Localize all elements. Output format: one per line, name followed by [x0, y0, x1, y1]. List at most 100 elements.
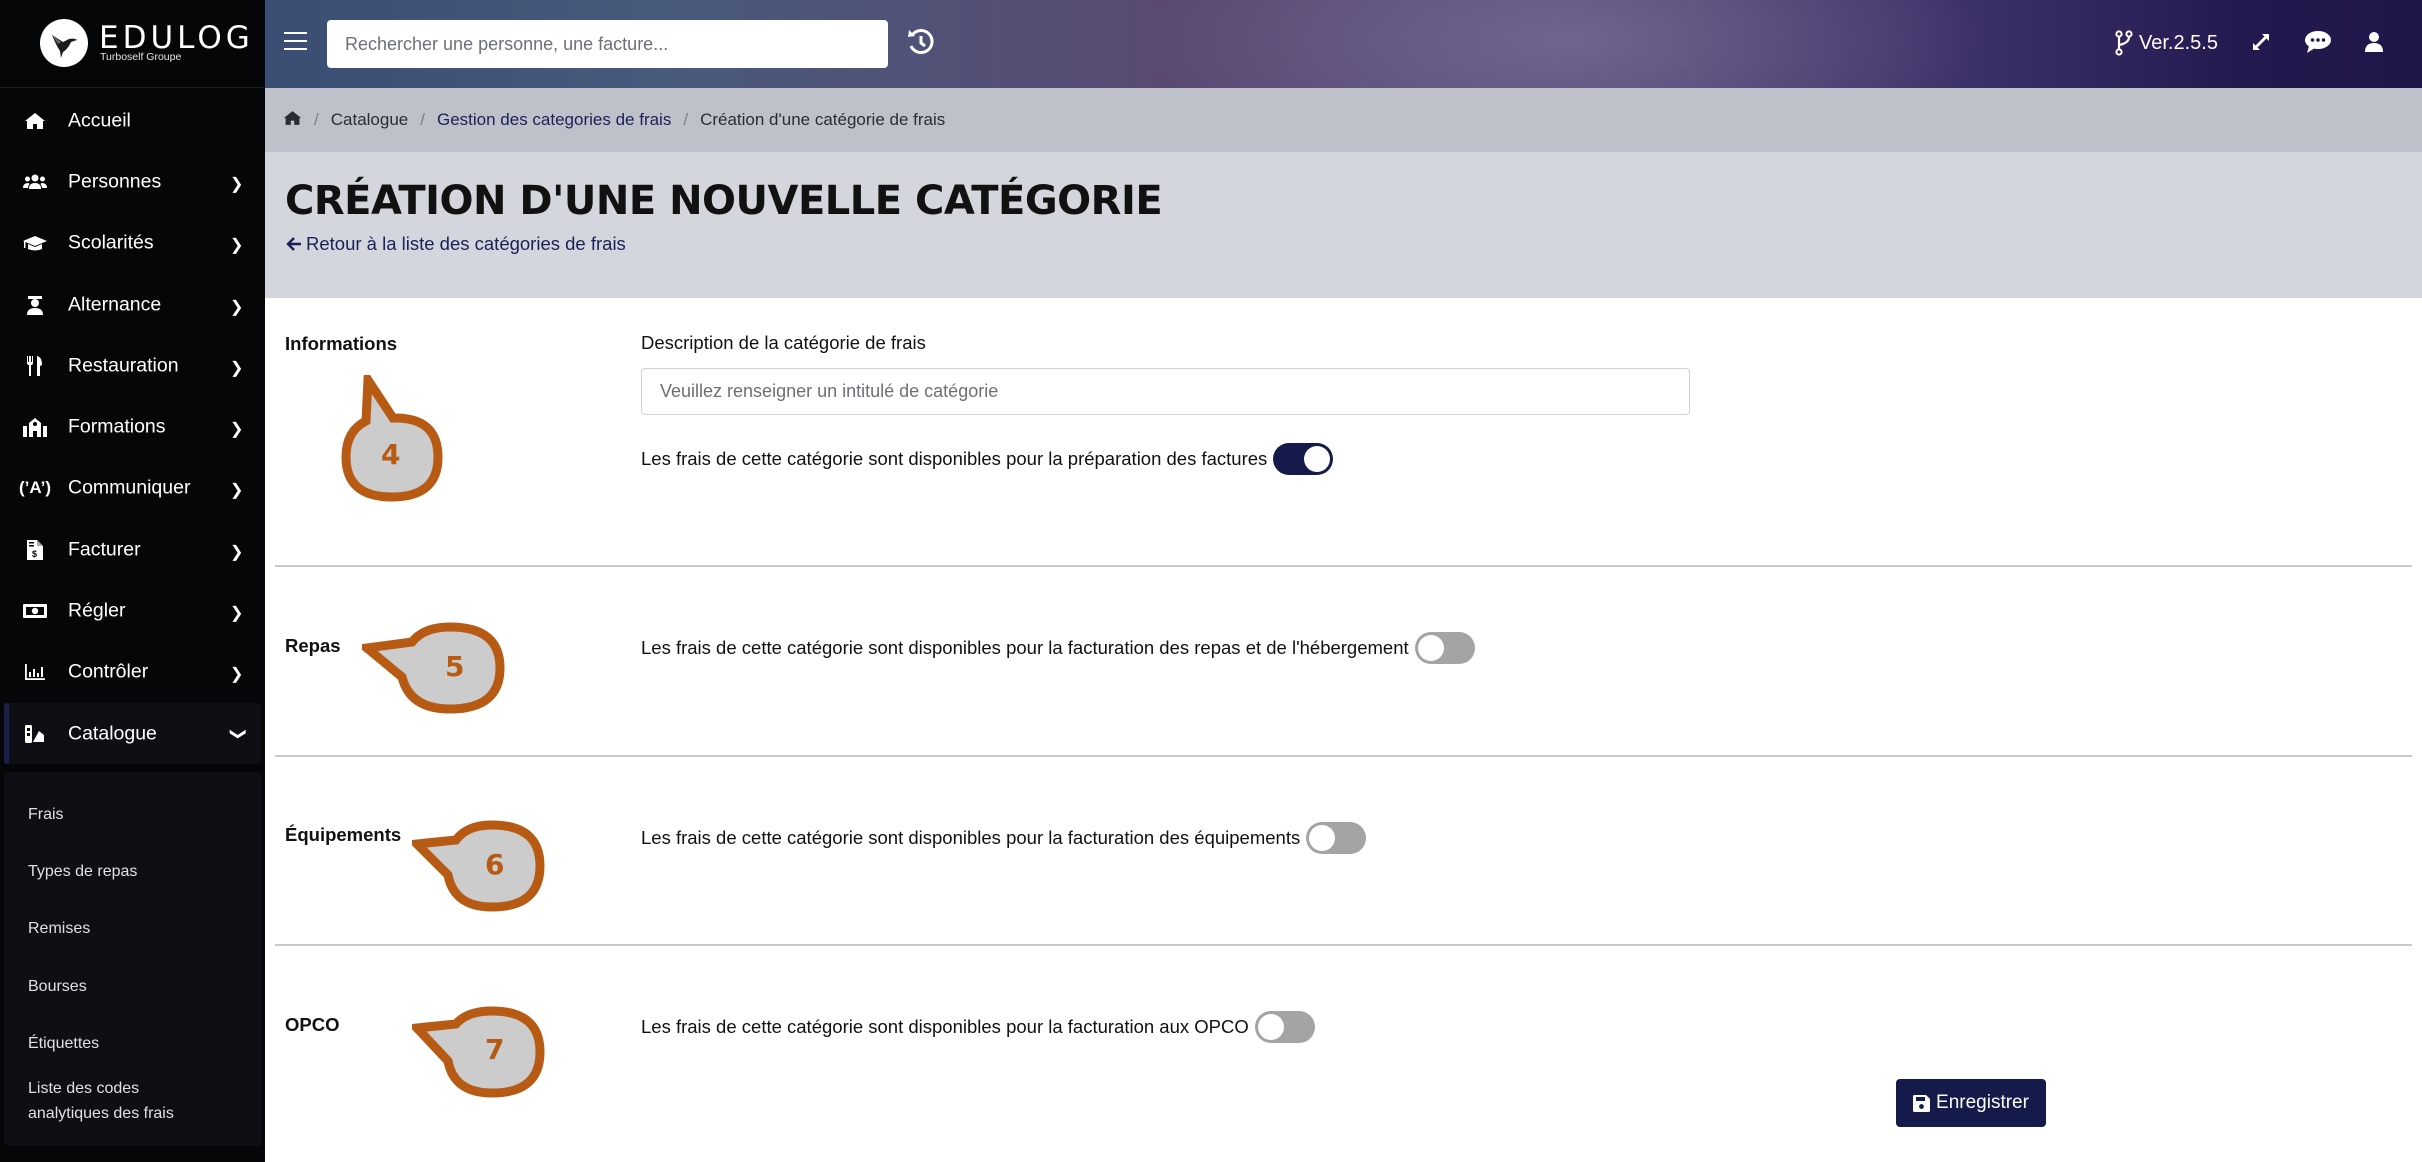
toggle-label: Les frais de cette catégorie sont dispon… [641, 1016, 1249, 1037]
sidebar-item-controler[interactable]: Contrôler ❯ [0, 642, 265, 703]
chart-bar-icon [22, 661, 48, 683]
toggle-knob [1304, 446, 1331, 472]
section-divider [275, 944, 2412, 946]
back-link[interactable]: Retour à la liste des catégories de frai… [286, 233, 626, 255]
sidebar-item-regler[interactable]: Régler ❯ [0, 580, 265, 641]
toggle-label: Les frais de cette catégorie sont dispon… [641, 637, 1409, 658]
submenu-item-etiquettes[interactable]: Étiquettes [28, 1031, 99, 1056]
save-icon [1913, 1094, 1931, 1112]
callout-number: 4 [381, 438, 401, 471]
history-icon[interactable] [905, 26, 937, 58]
sidebar-nav: Accueil Personnes ❯ Scolarités ❯ Alterna… [0, 90, 265, 765]
toggle-label: Les frais de cette catégorie sont dispon… [641, 827, 1301, 848]
sidebar-item-alternance[interactable]: Alternance ❯ [0, 274, 265, 335]
toggle-row-equipements: Les frais de cette catégorie sont dispon… [641, 822, 1367, 854]
callout-6 [412, 820, 545, 912]
section-divider [275, 565, 2412, 567]
chevron-right-icon: ❯ [230, 421, 244, 439]
version-indicator[interactable]: Ver.2.5.5 [2115, 27, 2218, 59]
brand-logo[interactable]: EDULOG Turboself Groupe [0, 0, 265, 88]
section-label-opco: OPCO [285, 1014, 340, 1035]
callout-5 [362, 622, 505, 714]
sidebar-item-scolarites[interactable]: Scolarités ❯ [0, 213, 265, 274]
sidebar-item-personnes[interactable]: Personnes ❯ [0, 151, 265, 212]
sidebar-item-label: Alternance [68, 293, 162, 316]
submenu-item-types-de-repas[interactable]: Types de repas [28, 859, 137, 884]
sidebar-item-label: Formations [68, 415, 166, 438]
brand-subtitle: Turboself Groupe [100, 51, 182, 63]
version-label: Ver.2.5.5 [2139, 31, 2218, 54]
toggle-knob [1309, 825, 1336, 851]
sidebar-item-facturer[interactable]: $ Facturer ❯ [0, 519, 265, 580]
sidebar: EDULOG Turboself Groupe Accueil Personne… [0, 0, 265, 1162]
category-description-input[interactable] [641, 368, 1690, 415]
chevron-right-icon: ❯ [230, 175, 244, 193]
submenu-item-bourses[interactable]: Bourses [28, 974, 87, 999]
school-icon [22, 416, 48, 438]
sidebar-item-accueil[interactable]: Accueil [0, 90, 265, 151]
sidebar-item-label: Restauration [68, 354, 179, 377]
section-label-repas: Repas [285, 635, 341, 656]
menu-icon[interactable] [284, 32, 307, 52]
breadcrumb-current: Création d'une catégorie de frais [700, 110, 946, 129]
submenu-item-remises[interactable]: Remises [28, 916, 90, 941]
file-invoice-dollar-icon: $ [22, 539, 48, 561]
sidebar-item-label: Catalogue [68, 722, 157, 745]
breadcrumb: / Catalogue / Gestion des categories de … [283, 88, 945, 152]
toggle-knob [1257, 1014, 1284, 1040]
top-header: Ver.2.5.5 [265, 0, 2422, 88]
sidebar-item-label: Scolarités [68, 231, 154, 254]
expand-icon[interactable] [2245, 26, 2277, 58]
users-icon [22, 171, 48, 193]
hummingbird-logo-icon [40, 19, 88, 67]
callout-number: 5 [445, 650, 465, 683]
sidebar-item-label: Personnes [68, 170, 162, 193]
chevron-right-icon: ❯ [230, 298, 244, 316]
sidebar-item-restauration[interactable]: Restauration ❯ [0, 335, 265, 396]
user-icon[interactable] [2358, 26, 2390, 58]
broadcast-tower-icon: (’A’) [18, 478, 52, 498]
utensils-icon [22, 355, 48, 377]
global-search-input[interactable] [327, 20, 888, 68]
submenu-item-frais[interactable]: Frais [28, 802, 64, 827]
breadcrumb-separator: / [420, 110, 425, 129]
chevron-right-icon: ❯ [230, 359, 244, 377]
chevron-right-icon: ❯ [230, 605, 244, 623]
callout-7 [412, 1006, 545, 1098]
toggle-row-opco: Les frais de cette catégorie sont dispon… [641, 1011, 1315, 1043]
sidebar-item-label: Communiquer [68, 476, 191, 499]
breadcrumb-gestion-categories[interactable]: Gestion des categories de frais [437, 110, 671, 130]
sidebar-item-label: Contrôler [68, 660, 149, 683]
description-field-label: Description de la catégorie de frais [641, 332, 926, 353]
breadcrumb-home-icon[interactable] [283, 110, 302, 131]
sidebar-item-label: Accueil [68, 109, 131, 132]
arrow-left-icon [286, 237, 301, 251]
toggle-row-factures: Les frais de cette catégorie sont dispon… [641, 443, 1334, 475]
sidebar-item-formations[interactable]: Formations ❯ [0, 396, 265, 457]
section-divider [275, 755, 2412, 757]
chevron-right-icon: ❯ [230, 666, 244, 684]
page-header: CRÉATION D'UNE NOUVELLE CATÉGORIE Retour… [265, 152, 2422, 298]
toggle-knob [1417, 635, 1444, 661]
toggle-row-repas: Les frais de cette catégorie sont dispon… [641, 632, 1475, 664]
toggle-opco[interactable] [1254, 1011, 1315, 1043]
chevron-down-icon: ❯ [229, 726, 247, 741]
toggle-equipements[interactable] [1306, 822, 1367, 854]
submenu-item-codes-analytiques[interactable]: Liste des codes analytiques des frais [28, 1076, 198, 1126]
sidebar-item-communiquer[interactable]: (’A’) Communiquer ❯ [0, 458, 265, 519]
breadcrumb-catalogue[interactable]: Catalogue [331, 110, 409, 130]
chevron-right-icon: ❯ [230, 543, 244, 561]
back-link-label: Retour à la liste des catégories de frai… [306, 233, 626, 254]
toggle-label: Les frais de cette catégorie sont dispon… [641, 448, 1268, 469]
save-button[interactable]: Enregistrer [1896, 1079, 2046, 1127]
sidebar-item-label: Régler [68, 599, 126, 622]
sidebar-item-catalogue[interactable]: Catalogue ❯ [4, 702, 261, 765]
user-graduate-icon [22, 294, 48, 316]
toggle-preparation-factures[interactable] [1273, 443, 1334, 475]
chat-icon[interactable] [2302, 26, 2334, 58]
breadcrumb-bar: / Catalogue / Gestion des categories de … [265, 88, 2422, 152]
section-label-equipements: Équipements [285, 824, 402, 845]
money-bill-icon [22, 600, 48, 622]
toggle-repas-hebergement[interactable] [1414, 632, 1475, 664]
home-icon [22, 110, 48, 132]
